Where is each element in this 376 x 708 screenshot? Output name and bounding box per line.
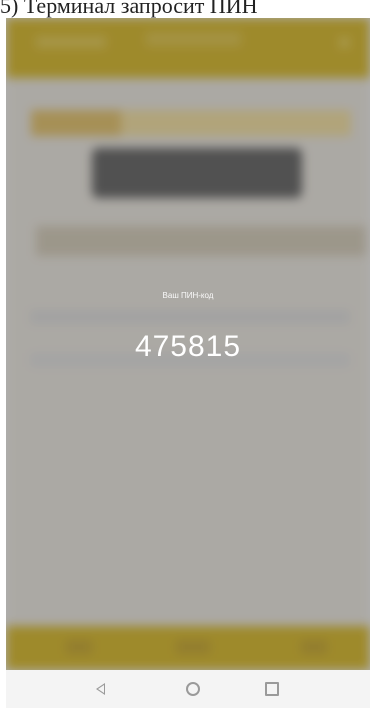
pin-code: 475815 xyxy=(134,330,242,363)
recents-square-icon xyxy=(265,682,279,696)
home-button[interactable] xyxy=(181,678,205,700)
android-navigation-bar xyxy=(6,670,370,708)
page: 5) Терминал запросит ПИН × Ваш ПИН-код 4… xyxy=(0,0,376,708)
pin-label: Ваш ПИН-код xyxy=(162,291,214,300)
back-triangle-icon xyxy=(95,683,105,695)
home-circle-icon xyxy=(186,682,200,696)
phone-screenshot: × Ваш ПИН-код 475815 xyxy=(6,18,370,708)
back-button[interactable] xyxy=(88,678,112,700)
document-caption: 5) Терминал запросит ПИН xyxy=(0,0,258,18)
recents-button[interactable] xyxy=(260,678,284,700)
